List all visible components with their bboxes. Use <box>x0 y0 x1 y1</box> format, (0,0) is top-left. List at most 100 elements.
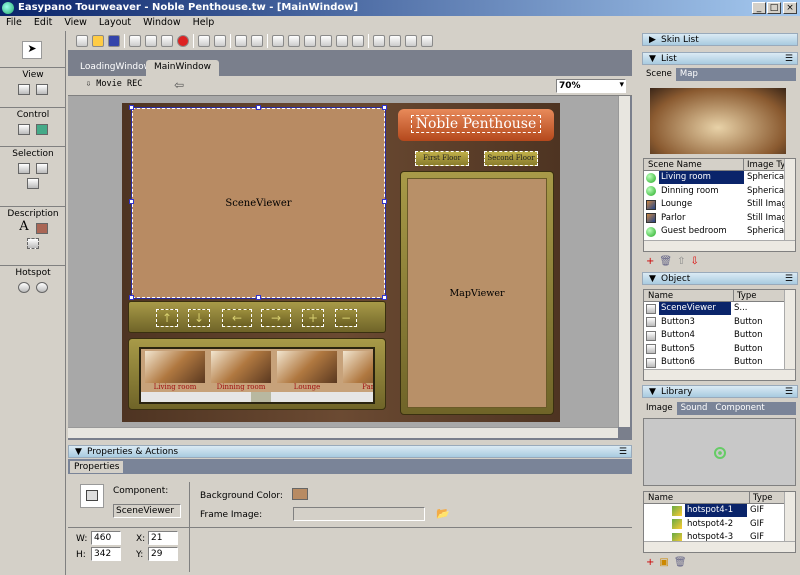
background-color-swatch[interactable] <box>292 488 308 500</box>
list-item[interactable]: hotspot4-1 GIF <box>644 504 795 518</box>
column-header[interactable]: Image Ty <box>744 159 785 170</box>
list-item[interactable]: Dinning room Spherical <box>644 185 795 199</box>
panel-menu-icon[interactable]: ☰ <box>619 446 627 458</box>
list-item[interactable]: Parlor Still Image <box>644 212 795 226</box>
save-icon[interactable] <box>108 34 120 47</box>
panel-menu-icon[interactable]: ☰ <box>785 273 793 285</box>
menu-edit[interactable]: Edit <box>28 16 58 31</box>
zoom-in-button[interactable]: + <box>302 309 324 327</box>
zoom-select[interactable]: 70% ▾ <box>556 79 626 93</box>
align-bottom-icon[interactable] <box>352 34 364 47</box>
scene-list-vscroll[interactable] <box>784 159 795 251</box>
map-viewer[interactable]: MapViewer <box>407 178 547 408</box>
resize-handle[interactable] <box>256 105 261 110</box>
delete-item-icon[interactable]: 🗑 <box>674 557 692 568</box>
bar-control-icon[interactable] <box>36 124 48 135</box>
paste-icon[interactable] <box>161 34 173 47</box>
title-banner[interactable]: Noble Penthouse <box>398 109 554 141</box>
view-image-icon[interactable] <box>36 84 48 95</box>
resize-handle[interactable] <box>256 295 261 300</box>
frame-image-input[interactable] <box>293 507 425 521</box>
list-item[interactable]: Button6 Button <box>644 356 795 370</box>
delete-icon[interactable] <box>177 34 189 47</box>
menu-file[interactable]: File <box>0 16 28 31</box>
textbox-icon[interactable] <box>27 238 39 249</box>
align-center-icon[interactable] <box>288 34 300 47</box>
open-icon[interactable] <box>92 34 104 47</box>
panel-menu-icon[interactable]: ☰ <box>785 386 793 398</box>
back-arrow-icon[interactable]: ⇦ <box>174 78 184 92</box>
thumbnail-selection-icon[interactable] <box>18 163 30 174</box>
x-input[interactable]: 21 <box>148 531 178 545</box>
tab-properties[interactable]: Properties <box>70 461 124 473</box>
combobox-selection-icon[interactable] <box>36 163 48 174</box>
resize-handle[interactable] <box>382 105 387 110</box>
add-scene-icon[interactable]: + <box>646 256 659 267</box>
menu-layout[interactable]: Layout <box>93 16 137 31</box>
second-floor-button[interactable]: Second Floor <box>484 151 538 166</box>
undo-icon[interactable] <box>198 34 210 47</box>
nav-up-button[interactable]: ↑ <box>156 309 178 327</box>
thumbnail-living-room[interactable] <box>145 351 205 383</box>
align-top-icon[interactable] <box>320 34 332 47</box>
tab-component[interactable]: Component <box>711 402 768 415</box>
delete-scene-icon[interactable]: 🗑 <box>659 256 677 267</box>
folder-open-icon[interactable]: 📂 <box>436 507 450 520</box>
canvas-horizontal-scrollbar[interactable] <box>68 427 618 438</box>
list-item[interactable]: Guest bedroom Spherical <box>644 225 795 239</box>
thumbnail-scrollbar[interactable] <box>141 392 373 402</box>
list-item[interactable]: Button4 Button <box>644 329 795 343</box>
canvas-vertical-scrollbar[interactable] <box>618 96 630 427</box>
resize-handle[interactable] <box>129 295 134 300</box>
text-icon[interactable]: A <box>19 219 28 234</box>
tab-main-window[interactable]: MainWindow <box>146 60 219 76</box>
scroll-thumb[interactable] <box>251 392 271 402</box>
new-folder-icon[interactable]: ▣ <box>659 557 673 568</box>
same-width-icon[interactable] <box>373 34 385 47</box>
zoom-out-button[interactable]: − <box>335 309 357 327</box>
align-left-icon[interactable] <box>272 34 284 47</box>
copy-icon[interactable] <box>145 34 157 47</box>
list-item[interactable]: Button5 Button <box>644 343 795 357</box>
width-input[interactable]: 460 <box>91 531 121 545</box>
list-selection-icon[interactable] <box>27 178 39 189</box>
properties-panel-header[interactable]: ▼ Properties & Actions ☰ <box>68 445 632 458</box>
tab-image[interactable]: Image <box>642 402 677 415</box>
thumbnail-dinning-room[interactable] <box>211 351 271 383</box>
nav-left-button[interactable]: ← <box>222 309 252 327</box>
menu-window[interactable]: Window <box>137 16 186 31</box>
column-header[interactable]: Name <box>644 492 750 503</box>
library-header[interactable]: ▼ Library ☰ <box>642 385 798 398</box>
first-floor-button[interactable]: First Floor <box>415 151 469 166</box>
skin-list-header[interactable]: ▶ Skin List <box>642 33 798 46</box>
object-header[interactable]: ▼ Object ☰ <box>642 272 798 285</box>
list-header[interactable]: ▼ List ☰ <box>642 52 798 65</box>
y-input[interactable]: 29 <box>148 547 178 561</box>
hotspot-polygon-icon[interactable] <box>36 282 48 293</box>
resize-handle[interactable] <box>129 199 134 204</box>
move-down-icon[interactable]: ⇩ <box>690 256 703 267</box>
thumbnail-lounge[interactable] <box>277 351 337 383</box>
list-item[interactable]: Living room Spherical <box>644 171 795 185</box>
cut-icon[interactable] <box>129 34 141 47</box>
preview-icon[interactable] <box>235 34 247 47</box>
scene-viewer[interactable]: SceneViewer <box>131 107 386 299</box>
column-header[interactable]: Scene Name <box>644 159 744 170</box>
tab-scene[interactable]: Scene <box>642 68 676 81</box>
hotspot-spot-icon[interactable] <box>18 282 30 293</box>
tab-map[interactable]: Map <box>676 68 702 81</box>
object-list-vscroll[interactable] <box>784 290 795 380</box>
align-middle-icon[interactable] <box>336 34 348 47</box>
align-right-icon[interactable] <box>304 34 316 47</box>
button-control-icon[interactable] <box>18 124 30 135</box>
panel-menu-icon[interactable]: ☰ <box>785 53 793 65</box>
column-header[interactable]: Type <box>750 492 773 503</box>
publish-icon[interactable] <box>251 34 263 47</box>
list-item[interactable]: Button3 Button <box>644 316 795 330</box>
menu-help[interactable]: Help <box>187 16 221 31</box>
new-icon[interactable] <box>76 34 88 47</box>
grid-icon[interactable] <box>421 34 433 47</box>
same-height-icon[interactable] <box>389 34 401 47</box>
menu-view[interactable]: View <box>58 16 93 31</box>
column-header[interactable]: Type <box>734 290 757 301</box>
